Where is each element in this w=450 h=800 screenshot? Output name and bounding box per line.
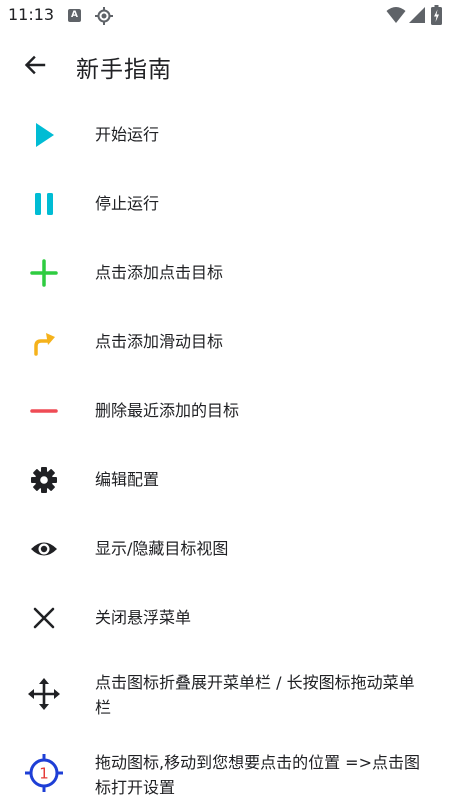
- close-icon: [23, 597, 65, 639]
- a-notification-icon: A: [68, 9, 81, 22]
- guide-item-add-tap: 点击添加点击目标: [0, 250, 450, 296]
- guide-item-label: 点击添加滑动目标: [95, 332, 224, 351]
- plus-icon: [23, 252, 65, 294]
- app-bar: 新手指南: [0, 32, 450, 98]
- guide-item-label: 编辑配置: [95, 470, 160, 489]
- guide-item-fold-menu: 点击图标折叠展开菜单栏 / 长按图标拖动菜单栏: [0, 668, 450, 720]
- wifi-icon: [386, 7, 406, 23]
- move-icon: [23, 673, 65, 715]
- cellular-icon: [409, 7, 425, 23]
- guide-item-drag-target: 1 拖动图标,移动到您想要点击的位置 =>点击图标打开设置: [0, 748, 450, 800]
- guide-item-label: 开始运行: [95, 125, 160, 144]
- status-time: 11:13: [8, 5, 55, 24]
- guide-item-label: 停止运行: [95, 194, 160, 213]
- play-icon: [23, 114, 65, 156]
- swipe-arrow-icon: [23, 321, 65, 363]
- guide-item-label: 删除最近添加的目标: [95, 401, 240, 420]
- guide-item-label: 拖动图标,移动到您想要点击的位置 =>点击图标打开设置: [95, 753, 420, 797]
- gear-icon: [23, 459, 65, 501]
- arrow-back-icon: [24, 55, 46, 75]
- target-icon-number: 1: [39, 765, 49, 783]
- guide-item-label: 点击图标折叠展开菜单栏 / 长按图标拖动菜单栏: [95, 673, 415, 717]
- guide-item-label: 点击添加点击目标: [95, 263, 224, 282]
- guide-item-start: 开始运行: [0, 112, 450, 158]
- minus-icon: [23, 390, 65, 432]
- pause-icon: [23, 183, 65, 225]
- status-bar: 11:13 A: [0, 0, 450, 32]
- back-button[interactable]: [16, 46, 54, 84]
- gps-icon: [95, 7, 113, 25]
- guide-item-label: 显示/隐藏目标视图: [95, 539, 229, 558]
- guide-item-remove-last: 删除最近添加的目标: [0, 388, 450, 434]
- guide-item-label: 关闭悬浮菜单: [95, 608, 192, 627]
- battery-charging-icon: [431, 5, 442, 25]
- guide-item-add-swipe: 点击添加滑动目标: [0, 319, 450, 365]
- guide-item-close-menu: 关闭悬浮菜单: [0, 595, 450, 641]
- guide-item-toggle-view: 显示/隐藏目标视图: [0, 526, 450, 572]
- page-title: 新手指南: [76, 57, 172, 83]
- guide-item-edit-config: 编辑配置: [0, 457, 450, 503]
- target-icon: 1: [23, 752, 65, 794]
- guide-item-stop: 停止运行: [0, 181, 450, 227]
- eye-icon: [23, 528, 65, 570]
